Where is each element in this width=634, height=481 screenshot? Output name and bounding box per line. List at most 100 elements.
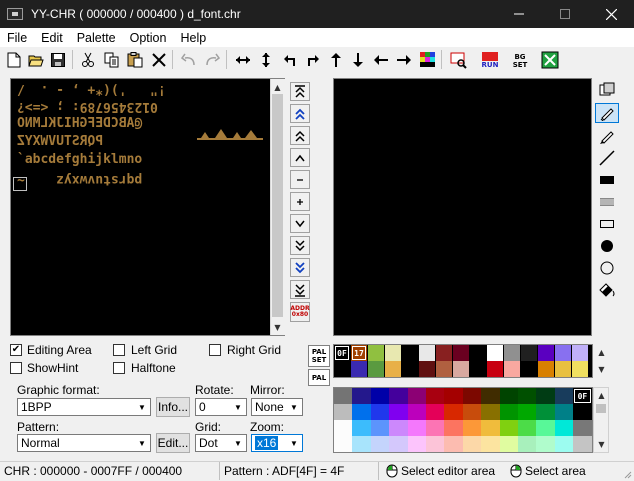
palette-swatch[interactable] [368, 361, 384, 377]
palette-swatch[interactable] [555, 361, 571, 377]
mirror-select[interactable]: None ▼ [251, 398, 303, 416]
palette-swatch[interactable] [385, 361, 401, 377]
flip-horizontal-button[interactable] [232, 49, 253, 70]
palette-up-arrow-icon[interactable]: ▲ [594, 344, 609, 361]
export-button[interactable] [539, 49, 560, 70]
menu-help[interactable]: Help [173, 31, 213, 45]
fill-tool-button[interactable] [595, 280, 619, 300]
palette-swatch[interactable] [402, 345, 418, 361]
master-palette-swatch[interactable] [518, 436, 537, 452]
zoom-select[interactable]: x16 ▼ [251, 434, 303, 452]
graphic-format-select[interactable]: 1BPP ▼ [17, 398, 151, 416]
editor-canvas[interactable] [333, 78, 592, 336]
menu-option[interactable]: Option [123, 31, 174, 45]
pal-button[interactable]: PAL [308, 369, 330, 386]
shift-up-button[interactable] [325, 49, 346, 70]
right-grid-checkbox[interactable] [209, 344, 221, 356]
open-file-button[interactable] [25, 49, 46, 70]
cut-button[interactable] [77, 49, 98, 70]
master-palette-swatch[interactable] [554, 388, 574, 404]
master-palette-swatch[interactable] [352, 404, 371, 420]
filled-rect-tool-button[interactable] [595, 170, 619, 190]
palette-swatch[interactable] [521, 345, 537, 361]
palette-swatch[interactable] [402, 361, 418, 377]
master-palette-swatch[interactable] [462, 404, 482, 420]
chevron-down-icon[interactable]: ▼ [134, 399, 150, 415]
master-palette-swatch[interactable] [389, 388, 408, 404]
chevron-down-icon[interactable]: ▼ [230, 435, 246, 451]
find-button[interactable] [448, 49, 469, 70]
delete-button[interactable] [148, 49, 169, 70]
master-palette-swatch[interactable] [481, 436, 500, 452]
grid-select[interactable]: Dot ▼ [195, 434, 247, 452]
master-palette-swatch[interactable] [518, 420, 537, 436]
jump-top-button[interactable] [290, 82, 310, 101]
chevron-down-icon[interactable]: ▼ [286, 399, 302, 415]
master-palette-swatch[interactable] [536, 436, 555, 452]
palette-swatch[interactable] [538, 345, 554, 361]
chevron-down-icon[interactable]: ▼ [134, 435, 150, 451]
master-palette-swatch[interactable] [389, 420, 408, 436]
master-palette-swatch[interactable] [334, 388, 353, 404]
palette-replace-button[interactable] [417, 49, 438, 70]
page-up-fast-button[interactable] [290, 104, 310, 123]
jump-bottom-button[interactable] [290, 280, 310, 299]
menu-palette[interactable]: Palette [70, 31, 123, 45]
save-button[interactable] [47, 49, 68, 70]
master-palette-swatch[interactable] [334, 436, 353, 452]
ellipse-tool-button[interactable] [595, 258, 619, 278]
palette-swatch[interactable]: 17 [351, 345, 367, 361]
master-palette-swatch[interactable] [481, 420, 500, 436]
master-palette-swatch[interactable] [518, 388, 537, 404]
row-up-button[interactable] [290, 148, 310, 167]
master-palette-swatch[interactable] [462, 388, 482, 404]
master-palette-swatch[interactable] [407, 388, 426, 404]
palette-swatch[interactable] [487, 345, 503, 361]
master-palette-swatch[interactable] [407, 404, 426, 420]
new-file-button[interactable] [3, 49, 24, 70]
palette-swatch[interactable] [572, 361, 588, 377]
master-palette-swatch[interactable] [370, 388, 390, 404]
palette-swatch[interactable]: 0F [334, 345, 350, 361]
palette-swatch[interactable] [555, 345, 571, 361]
minimize-button[interactable] [496, 0, 542, 28]
master-palette-swatch[interactable] [554, 436, 574, 452]
scroll-thumb[interactable] [596, 404, 606, 413]
palette-swatch[interactable] [487, 361, 503, 377]
master-palette-swatch[interactable] [370, 436, 390, 452]
master-palette-swatch[interactable] [499, 388, 518, 404]
master-palette-swatch[interactable] [536, 404, 555, 420]
master-palette-swatch[interactable]: 0F [573, 388, 592, 404]
scroll-down-arrow-icon[interactable]: ▼ [270, 320, 285, 334]
master-palette-swatch[interactable] [573, 404, 592, 420]
scroll-down-arrow-icon[interactable]: ▼ [594, 437, 609, 451]
palette-swatch[interactable] [334, 361, 350, 377]
copy-button[interactable] [101, 49, 122, 70]
master-palette-swatch[interactable] [462, 420, 482, 436]
master-palette-swatch[interactable] [370, 420, 390, 436]
palette-swatch[interactable] [504, 361, 520, 377]
close-button[interactable] [588, 0, 634, 28]
rotate-select[interactable]: 0 ▼ [195, 398, 247, 416]
editing-area-checkbox[interactable]: ✔ [10, 344, 22, 356]
master-palette-swatch[interactable] [536, 388, 555, 404]
master-palette-swatch[interactable] [426, 436, 445, 452]
shift-right-button[interactable] [393, 49, 414, 70]
palette-swatch[interactable] [470, 361, 486, 377]
run-button[interactable]: RUN [479, 49, 500, 70]
palette-swatch[interactable] [521, 361, 537, 377]
rect-tool-button[interactable] [595, 214, 619, 234]
palette-swatch[interactable] [419, 361, 435, 377]
master-palette-swatch[interactable] [573, 436, 592, 452]
scroll-up-arrow-icon[interactable]: ▲ [594, 388, 609, 402]
master-palette-swatch[interactable] [481, 404, 500, 420]
master-palette-swatch[interactable] [499, 436, 518, 452]
maximize-button[interactable] [542, 0, 588, 28]
master-palette-swatch[interactable] [426, 388, 445, 404]
palette-swatch[interactable] [572, 345, 588, 361]
bg-set-button[interactable]: BG SET [509, 49, 530, 70]
pal-set-button[interactable]: PAL SET [308, 345, 330, 367]
undo-button[interactable] [178, 49, 199, 70]
master-palette-swatch[interactable] [518, 404, 537, 420]
shift-left-button[interactable] [370, 49, 391, 70]
